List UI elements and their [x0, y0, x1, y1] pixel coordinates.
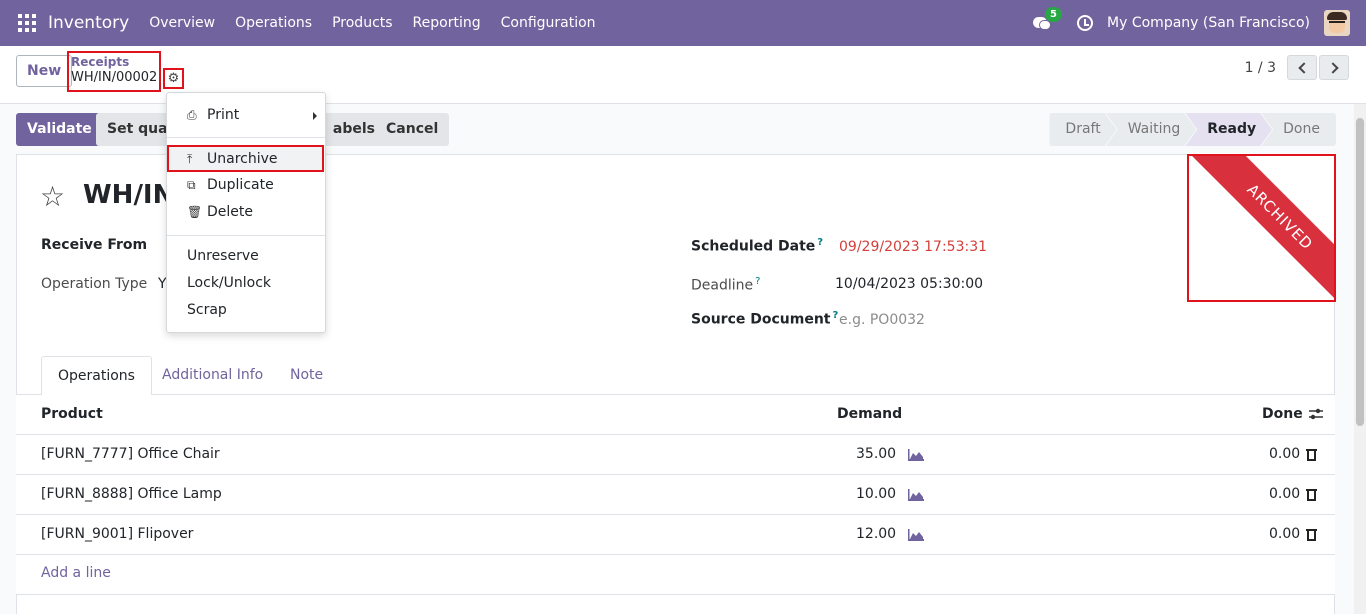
scheduled-date-value[interactable]: 09/29/2023 17:53:31: [839, 239, 987, 255]
menu-item-scrap[interactable]: Scrap: [167, 297, 325, 323]
trash-icon[interactable]: [1306, 488, 1317, 501]
new-button[interactable]: New: [16, 55, 73, 87]
scheduled-date-label: Scheduled Date?: [691, 237, 824, 255]
activity-clock-icon[interactable]: [1077, 15, 1094, 31]
add-line-row: Add a line: [16, 555, 1335, 595]
source-document-label: Source Document?: [691, 310, 839, 328]
row-product[interactable]: [FURN_9001] Flipover: [41, 526, 193, 542]
menu-overview[interactable]: Overview: [149, 15, 215, 31]
menu-divider: [167, 235, 325, 236]
caret-right-icon: [313, 112, 317, 120]
table-row[interactable]: [FURN_9001] Flipover 12.00 0.00: [16, 515, 1335, 555]
receive-from-label: Receive From: [41, 237, 148, 253]
menu-item-unarchive-label[interactable]: ⤒ Unarchive: [167, 146, 325, 172]
breadcrumb-receipts[interactable]: Receipts: [71, 55, 129, 69]
help-icon: ?: [832, 310, 839, 321]
column-done[interactable]: Done: [1262, 406, 1303, 422]
printer-icon: ⎙: [187, 108, 197, 122]
menu-item-delete[interactable]: 🗑 Delete: [167, 199, 325, 225]
table-header: Product Demand Done: [16, 395, 1335, 435]
forecast-chart-icon[interactable]: [908, 489, 924, 501]
optional-columns-icon[interactable]: [1308, 407, 1324, 421]
help-icon: ?: [755, 276, 761, 287]
add-line-link[interactable]: Add a line: [41, 565, 111, 581]
row-demand[interactable]: 12.00: [856, 526, 896, 542]
column-product[interactable]: Product: [41, 406, 103, 422]
page-scrollbar[interactable]: [1354, 104, 1366, 614]
forecast-chart-icon[interactable]: [908, 449, 924, 461]
stage-done[interactable]: Done: [1261, 113, 1336, 146]
navbar-right: 5 My Company (San Francisco): [1033, 0, 1350, 46]
row-done[interactable]: 0.00: [1269, 526, 1300, 542]
menu-item-duplicate[interactable]: ⧉ Duplicate: [167, 172, 325, 198]
archived-ribbon-highlight: ARCHIVED: [1187, 154, 1336, 302]
menu-configuration[interactable]: Configuration: [501, 15, 596, 31]
stage-pipeline: Draft Waiting Ready Done: [1049, 113, 1336, 146]
stage-draft[interactable]: Draft: [1049, 113, 1116, 146]
pager-value[interactable]: 1 / 3: [1245, 60, 1276, 76]
gear-icon: ⚙: [167, 71, 180, 86]
menu-operations[interactable]: Operations: [235, 15, 312, 31]
scrollbar-thumb[interactable]: [1356, 118, 1364, 426]
stage-waiting[interactable]: Waiting: [1106, 113, 1197, 146]
row-demand[interactable]: 35.00: [856, 446, 896, 462]
app-brand[interactable]: Inventory: [48, 13, 129, 33]
menu-products[interactable]: Products: [332, 15, 392, 31]
row-done[interactable]: 0.00: [1269, 486, 1300, 502]
messages-badge: 5: [1045, 7, 1062, 22]
menu-item-unreserve[interactable]: Unreserve: [167, 243, 325, 269]
chevron-left-icon: [1297, 61, 1310, 74]
row-product[interactable]: [FURN_7777] Office Chair: [41, 446, 220, 462]
stage-ready[interactable]: Ready: [1185, 113, 1272, 146]
main-menu: Overview Operations Products Reporting C…: [149, 15, 615, 31]
column-demand[interactable]: Demand: [837, 406, 902, 422]
row-done[interactable]: 0.00: [1269, 446, 1300, 462]
tab-operations[interactable]: Operations: [41, 356, 152, 396]
cancel-button[interactable]: Cancel: [375, 113, 450, 146]
messages-icon[interactable]: 5: [1033, 7, 1062, 31]
pager-previous-button[interactable]: [1287, 55, 1317, 80]
user-avatar[interactable]: [1324, 10, 1350, 36]
operations-table: Product Demand Done [FURN_7777] Office C…: [16, 395, 1335, 595]
company-switcher[interactable]: My Company (San Francisco): [1107, 15, 1310, 31]
chevron-right-icon: [1326, 61, 1339, 74]
row-demand[interactable]: 10.00: [856, 486, 896, 502]
trash-icon[interactable]: [1306, 528, 1317, 541]
archived-ribbon: ARCHIVED: [1192, 156, 1334, 300]
copy-icon: ⧉: [187, 178, 196, 192]
record-title: WH/IN: [83, 180, 175, 210]
menu-divider: [167, 137, 325, 138]
validate-button[interactable]: Validate: [16, 113, 103, 146]
upload-icon: ⤒: [187, 152, 193, 166]
menu-item-print[interactable]: ⎙ Print: [167, 102, 325, 128]
trash-icon[interactable]: [1306, 448, 1317, 461]
pager-next-button[interactable]: [1319, 55, 1349, 80]
source-document-input[interactable]: e.g. PO0032: [839, 312, 925, 328]
deadline-label: Deadline?: [691, 276, 761, 294]
table-row[interactable]: [FURN_8888] Office Lamp 10.00 0.00: [16, 475, 1335, 515]
menu-item-lock-unlock[interactable]: Lock/Unlock: [167, 270, 325, 296]
menu-reporting[interactable]: Reporting: [413, 15, 481, 31]
top-navbar: Inventory Overview Operations Products R…: [0, 0, 1366, 46]
tab-note[interactable]: Note: [274, 356, 339, 395]
operation-type-label: Operation Type: [41, 276, 148, 292]
notebook-tabs: Operations Additional Info Note: [16, 356, 1335, 396]
help-icon: ?: [817, 237, 824, 248]
deadline-value[interactable]: 10/04/2023 05:30:00: [835, 276, 983, 292]
action-gear-button[interactable]: ⚙: [163, 68, 184, 89]
app-menu-icon[interactable]: [18, 14, 36, 32]
star-icon[interactable]: ☆: [40, 183, 65, 211]
row-product[interactable]: [FURN_8888] Office Lamp: [41, 486, 222, 502]
breadcrumb-current: WH/IN/00002: [71, 70, 158, 85]
table-row[interactable]: [FURN_7777] Office Chair 35.00 0.00: [16, 435, 1335, 475]
trash-icon: 🗑: [187, 205, 203, 219]
forecast-chart-icon[interactable]: [908, 529, 924, 541]
tab-additional-info[interactable]: Additional Info: [146, 356, 279, 395]
